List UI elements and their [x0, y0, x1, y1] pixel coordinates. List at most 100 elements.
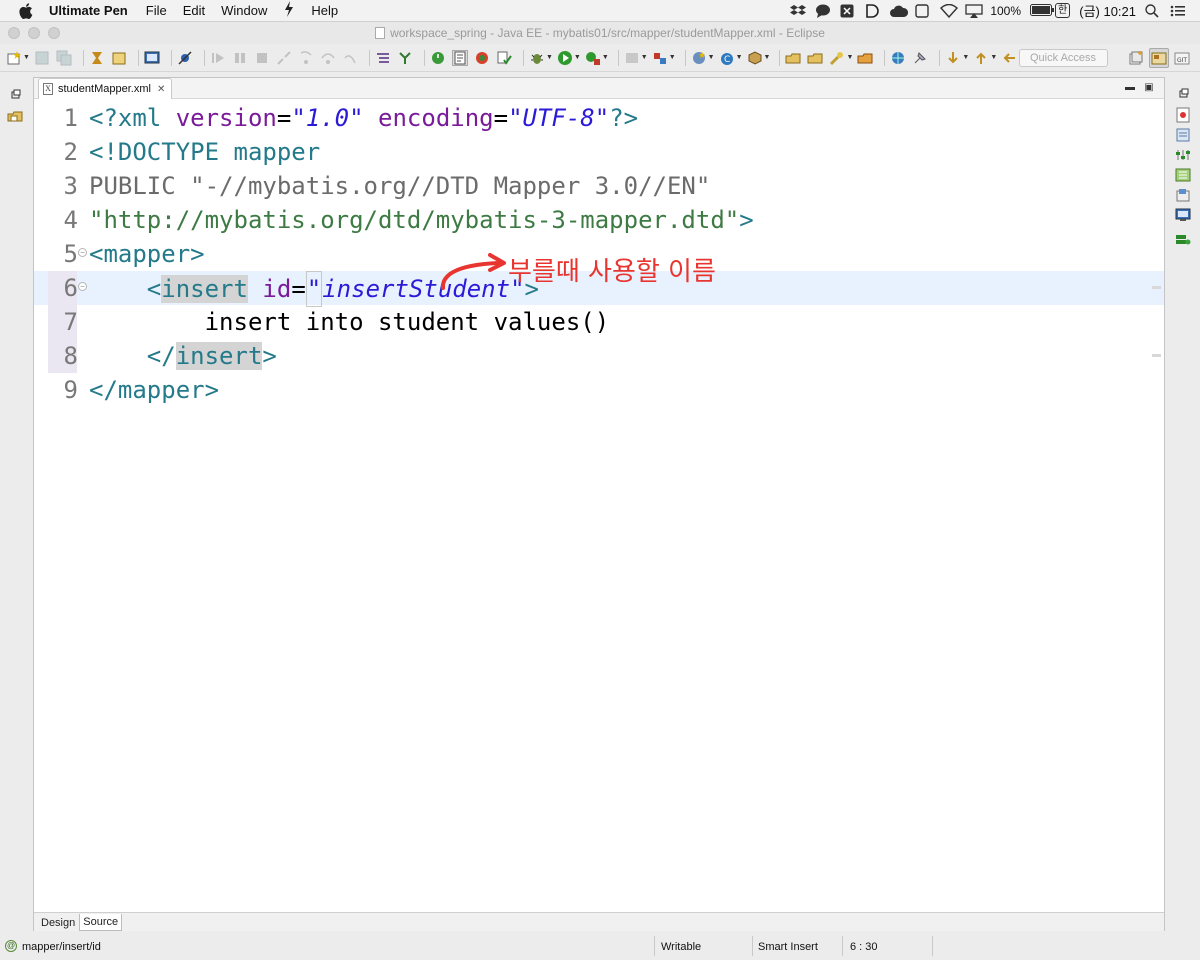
cloud-icon[interactable]	[890, 4, 909, 18]
menu-window[interactable]: Window	[221, 3, 267, 18]
suspend-icon[interactable]	[232, 50, 248, 66]
git-perspective-icon[interactable]: GIT	[1172, 48, 1192, 68]
menu-file[interactable]: File	[146, 3, 167, 18]
zoom-window-button[interactable]	[48, 27, 60, 39]
properties-view-icon[interactable]	[1175, 147, 1191, 163]
deploy-icon[interactable]	[652, 50, 668, 66]
outline-view-icon[interactable]	[1175, 127, 1191, 143]
restore-right-view-icon[interactable]	[1176, 85, 1192, 101]
next-annotation-dropdown-icon[interactable]: ▼	[962, 54, 969, 61]
project-explorer-icon[interactable]	[7, 108, 23, 124]
outline-toggle-icon[interactable]	[375, 50, 391, 66]
validate-icon[interactable]	[496, 50, 512, 66]
pin-editor-icon[interactable]	[912, 50, 928, 66]
web-browser-icon[interactable]	[474, 50, 490, 66]
menu-help[interactable]: Help	[311, 3, 338, 18]
notification-center-icon[interactable]	[1170, 4, 1186, 18]
step-into-icon[interactable]	[298, 50, 314, 66]
open-task-icon[interactable]	[111, 50, 127, 66]
save-all-icon[interactable]	[56, 50, 72, 66]
tree-toggle-icon[interactable]	[397, 50, 413, 66]
open-perspective-icon[interactable]	[1126, 48, 1146, 68]
new-wizard-icon[interactable]	[6, 50, 22, 66]
servers-icon[interactable]	[624, 50, 640, 66]
java-ee-perspective-icon[interactable]	[1149, 48, 1169, 68]
overview-ruler-mark[interactable]	[1152, 354, 1161, 357]
previous-annotation-dropdown-icon[interactable]: ▼	[990, 54, 997, 61]
run-dropdown-icon[interactable]: ▼	[574, 54, 581, 61]
design-page-tab[interactable]: Design	[37, 914, 79, 931]
new-java-project-icon[interactable]	[691, 50, 707, 66]
menu-edit[interactable]: Edit	[183, 3, 205, 18]
external-tools-dropdown-icon[interactable]: ▼	[602, 54, 609, 61]
step-return-icon[interactable]	[342, 50, 358, 66]
servers-view-icon[interactable]	[1175, 231, 1191, 247]
battery-icon[interactable]	[1030, 3, 1055, 18]
step-over-icon[interactable]	[320, 50, 336, 66]
airplay-icon[interactable]	[965, 3, 983, 18]
servers-dropdown-icon[interactable]: ▼	[641, 54, 648, 61]
insert-mode-status[interactable]: Smart Insert	[758, 941, 818, 953]
app-badge-icon[interactable]	[840, 4, 856, 18]
quick-access-input[interactable]: Quick Access	[1019, 49, 1108, 67]
debug-icon[interactable]	[529, 50, 545, 66]
spotlight-search-icon[interactable]	[1145, 3, 1161, 18]
close-window-button[interactable]	[8, 27, 20, 39]
skip-breakpoints-icon[interactable]	[177, 50, 193, 66]
app-name-menu[interactable]: Ultimate Pen	[49, 3, 128, 18]
external-tools-icon[interactable]	[585, 50, 601, 66]
data-source-explorer-icon[interactable]	[1175, 187, 1191, 203]
new-class-icon[interactable]: C	[719, 50, 735, 66]
dropbox-icon[interactable]	[790, 4, 807, 18]
resume-icon[interactable]	[210, 50, 226, 66]
debug-dropdown-icon[interactable]: ▼	[546, 54, 553, 61]
minimize-editor-icon[interactable]: ▬	[1124, 82, 1136, 94]
document-proxy-icon[interactable]	[375, 27, 386, 39]
d-app-icon[interactable]	[865, 3, 881, 18]
scripts-menu-icon[interactable]	[283, 1, 295, 20]
open-type-icon[interactable]	[89, 50, 105, 66]
fold-toggle-icon[interactable]: −	[78, 248, 87, 257]
wifi-icon[interactable]	[940, 3, 959, 18]
search-tool-icon[interactable]	[829, 50, 845, 66]
previous-annotation-icon[interactable]	[973, 50, 989, 66]
code-area[interactable]: 1 <?xml version="1.0" encoding="UTF-8"?>…	[34, 99, 1164, 911]
deploy-dropdown-icon[interactable]: ▼	[669, 54, 676, 61]
window-title-bar[interactable]: workspace_spring - Java EE - mybatis01/s…	[0, 22, 1200, 44]
save-icon[interactable]	[34, 50, 50, 66]
restore-view-icon[interactable]	[8, 86, 24, 102]
last-edit-location-icon[interactable]	[1001, 50, 1017, 66]
terminal-icon[interactable]	[144, 50, 160, 66]
close-tab-icon[interactable]: ✕	[157, 84, 165, 95]
markers-view-icon[interactable]	[1175, 167, 1191, 183]
search-dropdown-icon[interactable]: ▼	[846, 54, 853, 61]
chat-bubble-icon[interactable]	[815, 4, 831, 18]
open-resource-icon[interactable]	[857, 50, 873, 66]
mark-occurrences-icon[interactable]	[451, 49, 468, 66]
new-package-dropdown-icon[interactable]: ▼	[764, 54, 771, 61]
editor-tab-studentmapper[interactable]: X studentMapper.xml ✕	[38, 78, 173, 99]
fold-toggle-icon[interactable]: −	[78, 282, 87, 291]
new-package-icon[interactable]	[747, 50, 763, 66]
terminate-icon[interactable]	[254, 50, 270, 66]
open-type-hierarchy-icon[interactable]	[785, 50, 801, 66]
disconnect-icon[interactable]	[276, 50, 292, 66]
menubar-clock[interactable]: (금) 10:21	[1079, 1, 1136, 20]
open-folder-icon[interactable]	[807, 50, 823, 66]
input-source-indicator[interactable]: 한	[1055, 3, 1071, 18]
globe-icon[interactable]	[890, 50, 906, 66]
spring-boot-icon[interactable]	[430, 50, 446, 66]
new-dropdown-icon[interactable]: ▼	[23, 54, 30, 61]
overview-ruler-mark[interactable]	[1152, 286, 1161, 289]
apple-menu-icon[interactable]	[17, 2, 35, 20]
source-page-tab[interactable]: Source	[79, 913, 123, 931]
maximize-editor-icon[interactable]: ▣	[1143, 82, 1155, 94]
next-annotation-icon[interactable]	[945, 50, 961, 66]
new-class-dropdown-icon[interactable]: ▼	[736, 54, 743, 61]
minimize-window-button[interactable]	[28, 27, 40, 39]
window-icon[interactable]	[915, 3, 931, 18]
task-list-icon[interactable]	[1175, 107, 1191, 123]
console-view-icon[interactable]	[1175, 207, 1191, 223]
run-icon[interactable]	[557, 50, 573, 66]
new-java-project-dropdown-icon[interactable]: ▼	[708, 54, 715, 61]
